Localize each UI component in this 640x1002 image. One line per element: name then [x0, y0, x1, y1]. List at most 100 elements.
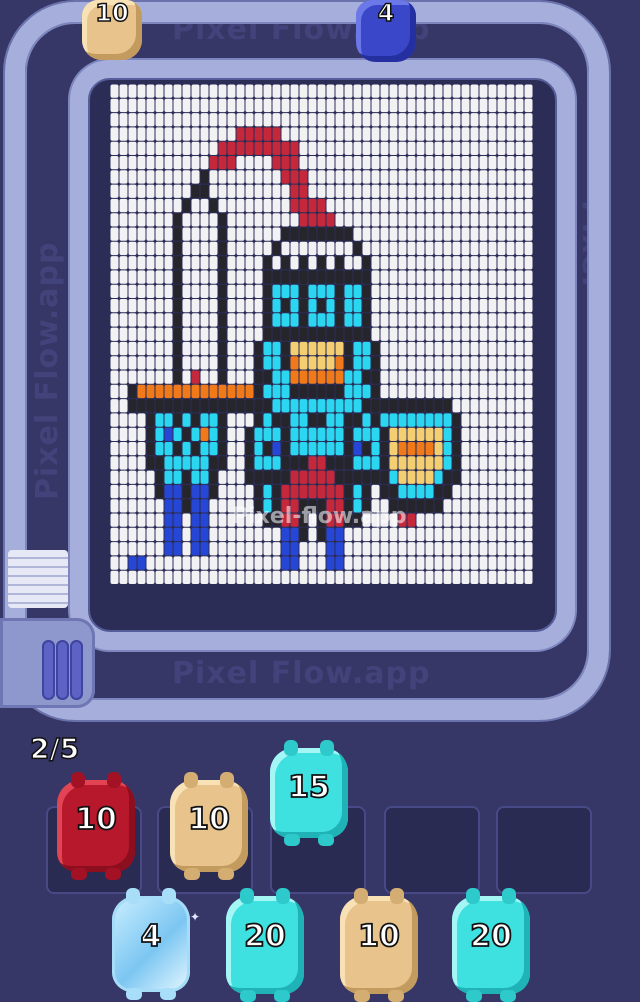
pixel-cell [191, 213, 200, 227]
pixel-cell [353, 170, 362, 184]
pixel-cell [416, 341, 425, 356]
pixel-cell [218, 270, 227, 284]
waiting-shooter-4[interactable]: 20 [452, 888, 530, 1002]
waiting-shooter-2[interactable]: 20 [226, 888, 304, 1002]
pixel-cell [308, 399, 317, 413]
pixel-cell [227, 399, 236, 413]
pixel-cell [326, 484, 335, 499]
track-shooter-1[interactable]: 10 [82, 0, 142, 60]
slot-5[interactable] [496, 806, 592, 894]
pixel-cell [425, 456, 434, 470]
pixel-cell [155, 98, 164, 113]
pixel-cell [416, 284, 425, 298]
pixel-cell [488, 313, 497, 327]
pixel-cell [119, 227, 128, 241]
pixel-cell [479, 284, 488, 298]
pixel-cell [119, 270, 128, 284]
pixel-cell [452, 156, 461, 170]
pixel-cell [308, 284, 317, 298]
pixel-cell [245, 84, 254, 98]
pixel-cell [506, 399, 515, 413]
pixel-cell [362, 313, 371, 327]
pixel-cell [110, 284, 119, 298]
pixel-cell [209, 442, 218, 456]
pixel-cell [299, 299, 308, 313]
pixel-cell [245, 256, 254, 270]
pixel-cell [317, 227, 326, 241]
pixel-cell [434, 370, 443, 384]
pixel-cell [371, 84, 380, 98]
pixel-cell [335, 170, 344, 184]
pixel-cell [299, 570, 308, 584]
pixel-cell [371, 399, 380, 413]
pixel-cell [326, 413, 335, 427]
pixel-cell [164, 356, 173, 370]
pixel-cell [173, 270, 182, 284]
pixel-cell [317, 270, 326, 284]
waiting-shooter-2-count: 20 [243, 918, 287, 955]
pixel-cell [281, 442, 290, 456]
pixel-cell [182, 356, 191, 370]
pixel-cell [335, 113, 344, 127]
pixel-cell [452, 384, 461, 399]
pixel-cell [182, 313, 191, 327]
pixel-cell [524, 327, 533, 341]
pixel-cell [497, 413, 506, 427]
pixel-cell [164, 427, 173, 441]
pixel-cell [218, 427, 227, 441]
pixel-cell [506, 442, 515, 456]
pixel-cell [380, 127, 389, 141]
pixel-cell [200, 456, 209, 470]
pixel-cell [479, 527, 488, 542]
pixel-cell [515, 499, 524, 513]
pixel-cell [371, 213, 380, 227]
pixel-cell [425, 499, 434, 513]
pixel-cell [317, 241, 326, 256]
pixel-cell [218, 484, 227, 499]
pixel-cell [191, 156, 200, 170]
pixel-cell [227, 213, 236, 227]
pixel-cell [326, 156, 335, 170]
pixel-cell [344, 84, 353, 98]
pixel-cell [128, 442, 137, 456]
track-shooter-2[interactable]: 4 [356, 0, 416, 62]
pixel-cell [452, 84, 461, 98]
pixel-cell [254, 256, 263, 270]
pixel-cell [524, 484, 533, 499]
pixel-cell [299, 384, 308, 399]
pixel-cell [182, 399, 191, 413]
pixel-cell [308, 570, 317, 584]
pixel-cell [515, 241, 524, 256]
pixel-cell [488, 270, 497, 284]
pixel-cell [488, 241, 497, 256]
pixel-cell [506, 327, 515, 341]
slot-shooter-1[interactable]: 10 [57, 772, 135, 880]
pixel-cell [335, 527, 344, 542]
pixel-cell [452, 427, 461, 441]
pixel-cell [443, 198, 452, 213]
pixel-cell [389, 570, 398, 584]
pixel-cell [326, 284, 335, 298]
waiting-shooter-3[interactable]: 10 [340, 888, 418, 1002]
pixel-cell [524, 313, 533, 327]
pixel-cell [119, 198, 128, 213]
pixel-cell [164, 299, 173, 313]
pixel-cell [362, 141, 371, 155]
pixel-cell [362, 299, 371, 313]
pixel-cell [236, 213, 245, 227]
pixel-cell [155, 127, 164, 141]
slot-4[interactable] [384, 806, 480, 894]
slot-shooter-3[interactable]: 15 [270, 740, 348, 846]
pixel-cell [389, 527, 398, 542]
pixel-cell [128, 270, 137, 284]
pixel-cell [398, 156, 407, 170]
pixel-cell [362, 442, 371, 456]
pixel-cell [398, 427, 407, 441]
waiting-shooter-1[interactable]: 4 [112, 888, 190, 1000]
pixel-cell [362, 227, 371, 241]
pixel-cell [506, 527, 515, 542]
pixel-cell [191, 370, 200, 384]
pixel-cell [461, 399, 470, 413]
pixel-cell [380, 98, 389, 113]
slot-shooter-2[interactable]: 10 [170, 772, 248, 880]
